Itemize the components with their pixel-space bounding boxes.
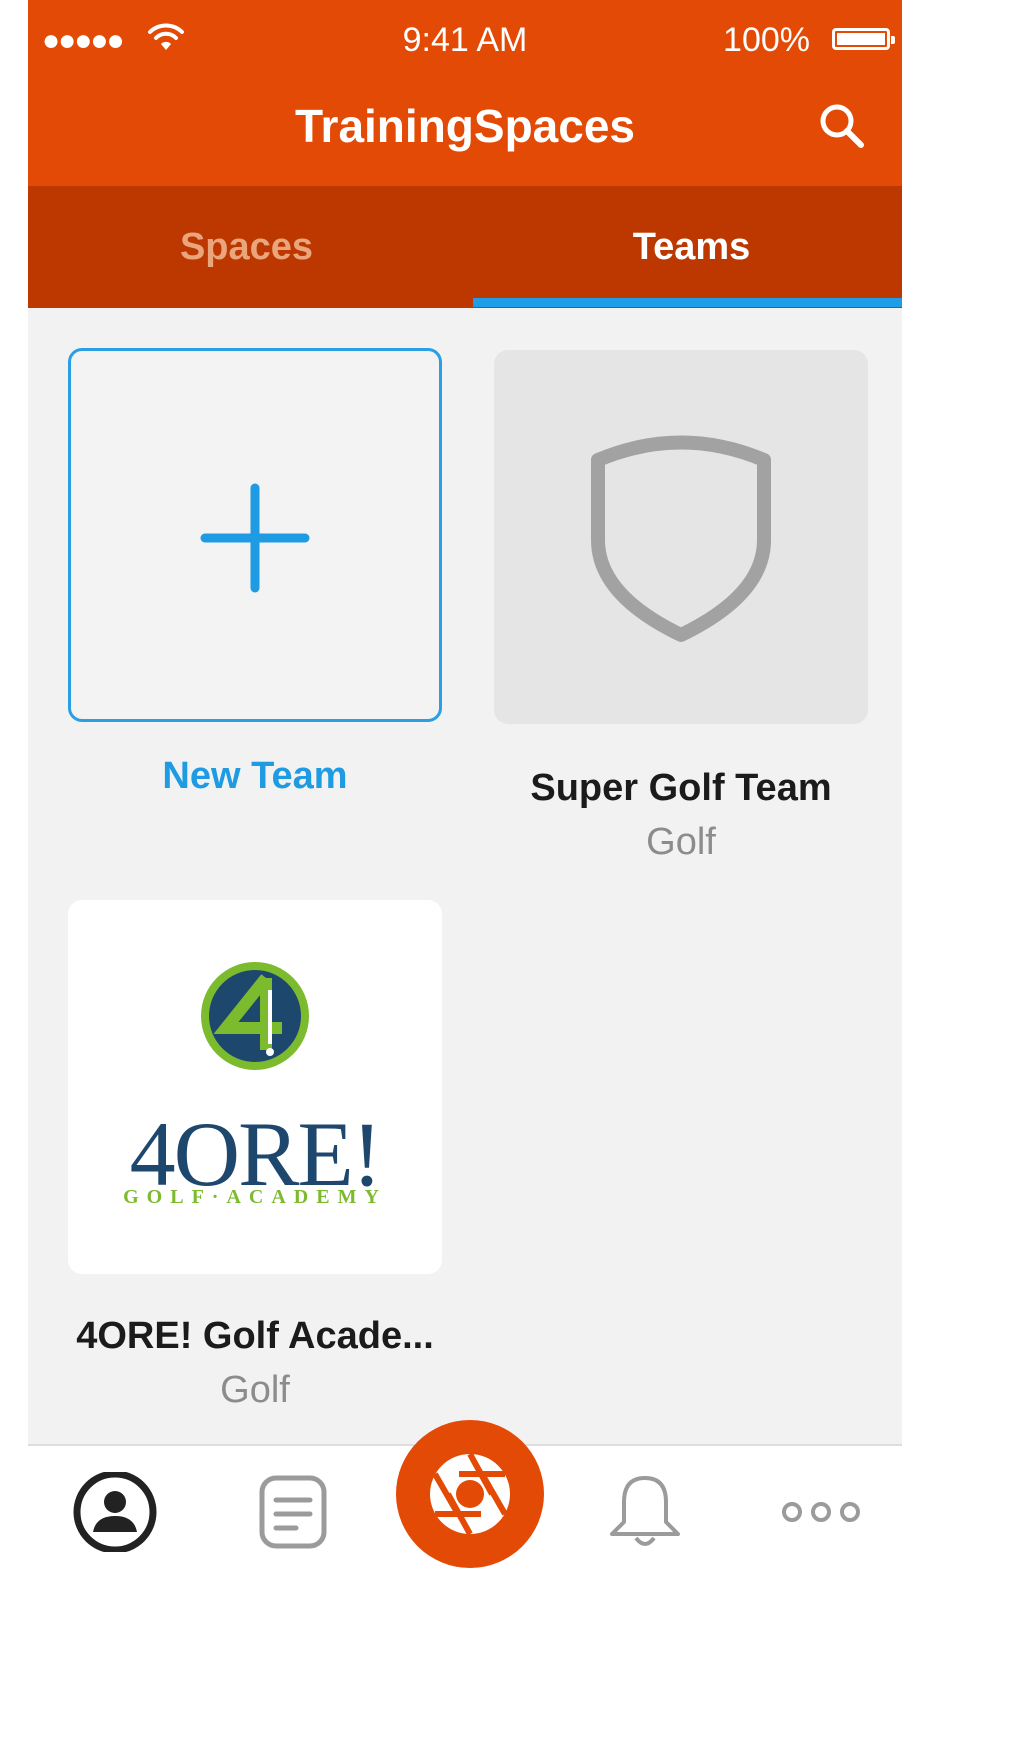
navigation-bar: ●●●●● 9:41 AM 100% TrainingSpaces <box>28 0 902 186</box>
4ore-logo-emblem <box>201 962 309 1070</box>
more-icon[interactable] <box>776 1472 866 1552</box>
4ore-logo-tagline: GOLF·ACADEMY <box>123 1186 387 1208</box>
camera-button[interactable] <box>396 1420 544 1568</box>
search-icon[interactable] <box>816 100 868 152</box>
status-bar: ●●●●● 9:41 AM 100% <box>28 0 902 80</box>
new-team-label[interactable]: New Team <box>65 750 445 802</box>
team-name: Super Golf Team <box>530 767 832 809</box>
tab-teams[interactable]: Teams <box>473 186 902 308</box>
shield-placeholder-icon <box>591 435 771 642</box>
tab-spaces[interactable]: Spaces <box>28 186 465 308</box>
team-card-4ore[interactable]: 4ORE! GOLF·ACADEMY <box>68 900 442 1274</box>
plus-icon <box>200 483 310 593</box>
app-title: TrainingSpaces <box>294 100 635 152</box>
feed-icon[interactable] <box>248 1472 338 1552</box>
team-sport: Golf <box>646 821 716 863</box>
battery-percentage: 100% <box>723 21 810 59</box>
app-screen: ●●●●● 9:41 AM 100% TrainingSpaces Spaces… <box>28 0 902 1763</box>
team-card-super-golf[interactable] <box>494 350 868 724</box>
segment-tabs: Spaces Teams <box>28 186 902 308</box>
team-name: 4ORE! Golf Acade... <box>76 1315 434 1357</box>
new-team-card[interactable] <box>68 348 442 722</box>
selected-tab-indicator <box>473 298 902 307</box>
battery-icon <box>832 28 895 50</box>
team-sport: Golf <box>220 1369 290 1411</box>
profile-icon[interactable] <box>70 1472 160 1552</box>
bell-icon[interactable] <box>600 1472 690 1552</box>
camera-aperture-icon <box>430 1452 510 1536</box>
